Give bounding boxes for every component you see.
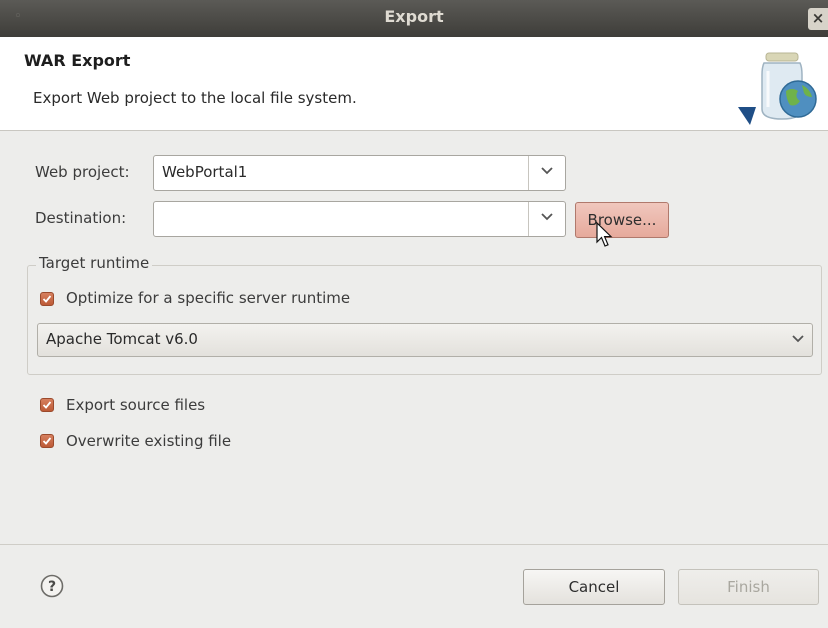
optimize-runtime-label[interactable]: Optimize for a specific server runtime [66,289,350,307]
web-project-label: Web project: [35,163,130,181]
destination-dropdown-button[interactable] [528,202,565,236]
server-runtime-value: Apache Tomcat v6.0 [46,330,198,348]
web-project-dropdown-button[interactable] [528,156,565,190]
chevron-down-icon [792,335,804,343]
target-runtime-group [27,265,822,375]
footer-separator [0,544,828,545]
optimize-runtime-checkbox[interactable] [40,292,54,306]
question-mark-icon[interactable]: ? [40,574,64,598]
web-project-combo[interactable]: WebPortal1 [153,155,566,191]
checkmark-icon [42,401,52,409]
export-source-checkbox[interactable] [40,398,54,412]
checkmark-icon [42,295,52,303]
checkmark-icon [42,437,52,445]
chevron-down-icon [541,213,553,221]
page-title: WAR Export [24,51,131,70]
svg-text:?: ? [48,579,56,595]
destination-label: Destination: [35,209,127,227]
chevron-down-icon [541,167,553,175]
window-title: Export [384,7,444,26]
browse-button[interactable]: Browse... [575,202,669,238]
web-project-value: WebPortal1 [162,163,248,181]
finish-button[interactable]: Finish [678,569,819,605]
jar-globe-icon [738,52,817,125]
overwrite-file-checkbox[interactable] [40,434,54,448]
page-description: Export Web project to the local file sys… [33,89,357,107]
title-bar[interactable]: ◦ Export × [0,0,828,37]
export-source-label[interactable]: Export source files [66,396,205,414]
target-runtime-title: Target runtime [36,254,153,272]
server-runtime-select[interactable]: Apache Tomcat v6.0 [37,323,813,357]
close-button[interactable]: × [808,8,828,30]
overwrite-file-label[interactable]: Overwrite existing file [66,432,231,450]
destination-combo[interactable] [153,201,566,237]
cancel-button[interactable]: Cancel [523,569,665,605]
mouse-pointer-icon [596,222,613,247]
wizard-banner: WAR Export Export Web project to the loc… [0,37,828,131]
export-dialog: ◦ Export × WAR Export Export Web project… [0,0,828,628]
